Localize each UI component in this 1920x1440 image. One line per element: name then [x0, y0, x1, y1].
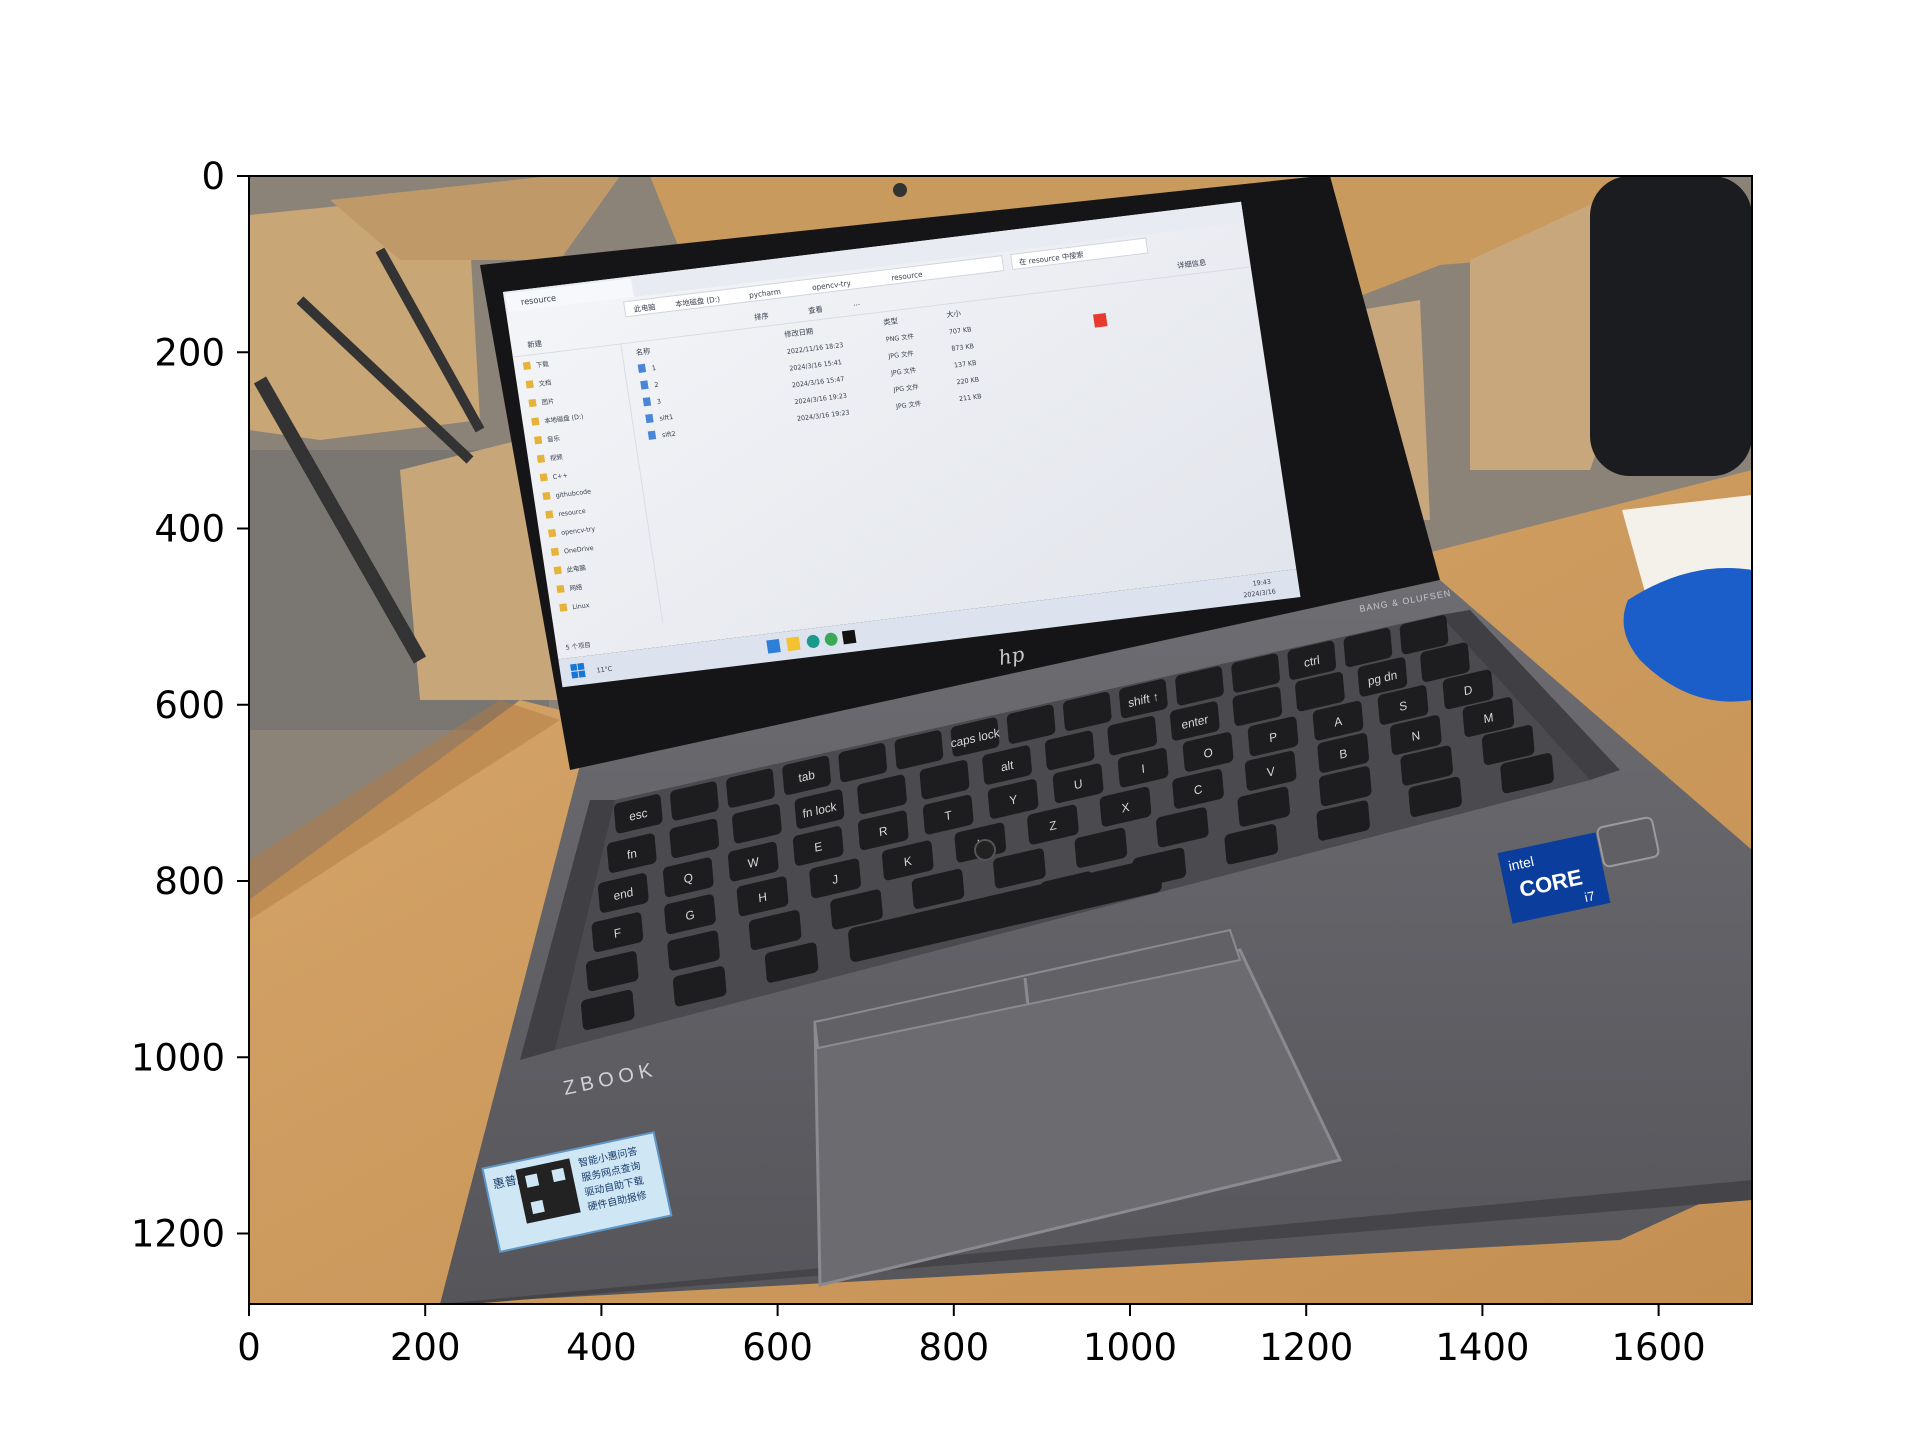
key-label: P: [1269, 729, 1278, 745]
key-label: Z: [1049, 818, 1057, 834]
key-label: U: [1073, 776, 1083, 792]
key-label: H: [758, 889, 768, 905]
image-file-icon: [640, 380, 649, 390]
x-tick-label: 800: [918, 1326, 989, 1369]
search-app-icon[interactable]: [766, 639, 781, 654]
x-tick-label: 1000: [1083, 1326, 1177, 1369]
folder-icon: [539, 473, 548, 482]
key-label: alt: [1000, 757, 1014, 774]
input-method-icon[interactable]: [1093, 313, 1108, 328]
key-label: K: [903, 854, 912, 870]
webcam: [893, 183, 907, 197]
dark-bottle: [1590, 176, 1752, 476]
file-explorer-icon[interactable]: [786, 636, 801, 652]
x-tick-label: 1200: [1259, 1326, 1353, 1369]
key-label: N: [1411, 728, 1421, 744]
folder-icon: [553, 566, 562, 575]
y-tick-label: 200: [154, 331, 225, 374]
key-label: W: [747, 854, 760, 871]
key-label: D: [1463, 682, 1473, 698]
key-label: Y: [1009, 792, 1018, 808]
folder-icon: [525, 380, 534, 389]
y-tick-label: 0: [201, 155, 225, 198]
x-axis: 0 200 400 600 800 1000 1200 1400 1600: [237, 1304, 1706, 1369]
folder-icon: [556, 584, 565, 594]
file-name: sift1: [659, 413, 674, 423]
folder-icon: [550, 547, 560, 556]
y-axis: 0 200 400 600 800 1000 1200: [131, 155, 249, 1256]
sidebar-item[interactable]: 下载: [535, 359, 549, 370]
key-label: B: [1339, 746, 1348, 762]
x-tick-label: 600: [742, 1326, 813, 1369]
x-tick-label: 0: [237, 1326, 261, 1369]
column-header-type[interactable]: 类型: [883, 316, 899, 327]
key-label: M: [1483, 710, 1494, 726]
image-file-icon: [645, 413, 654, 424]
folder-icon: [536, 454, 546, 463]
file-name: sift2: [661, 430, 676, 440]
y-tick-label: 400: [154, 508, 225, 551]
folder-icon: [528, 398, 537, 408]
y-tick-label: 600: [154, 684, 225, 727]
image-file-icon: [637, 363, 647, 373]
column-header-name[interactable]: 名称: [635, 346, 651, 357]
x-tick-label: 200: [390, 1326, 461, 1369]
folder-icon: [542, 491, 551, 501]
image-file-icon: [642, 397, 652, 407]
sort-button[interactable]: 排序: [754, 311, 770, 322]
sidebar-item[interactable]: 音乐: [546, 433, 560, 444]
pointing-stick[interactable]: [974, 839, 996, 861]
folder-icon: [559, 603, 568, 612]
key-label: F: [613, 925, 621, 941]
x-tick-label: 400: [566, 1326, 637, 1369]
key-label: V: [1266, 764, 1275, 780]
x-tick-label: 1600: [1612, 1326, 1706, 1369]
photo: esctabcaps lockshift ↑ctrlfnfn lockalten…: [249, 176, 1752, 1304]
y-tick-label: 1000: [131, 1036, 225, 1079]
sidebar-item[interactable]: 网络: [569, 582, 583, 593]
view-button[interactable]: 查看: [808, 305, 824, 316]
key-label: G: [685, 907, 695, 923]
laptop-brand-logo: hp: [997, 642, 1027, 670]
sidebar-item[interactable]: 图片: [541, 396, 555, 407]
key-label: Q: [683, 870, 693, 886]
key-label: C: [1193, 782, 1203, 798]
new-button[interactable]: 新建: [527, 339, 543, 350]
key-label: fn: [626, 846, 637, 862]
key-label: O: [1203, 745, 1213, 761]
key-label: R: [878, 823, 888, 839]
folder-icon: [522, 361, 532, 370]
sidebar-item[interactable]: 文档: [538, 377, 552, 388]
key-label: J: [832, 872, 839, 887]
sidebar-item[interactable]: 视频: [549, 452, 563, 463]
image-file-icon: [647, 430, 657, 440]
key-label: X: [1121, 800, 1130, 816]
qr-code: [515, 1158, 581, 1224]
column-header-size[interactable]: 大小: [946, 308, 962, 319]
x-tick-label: 1400: [1435, 1326, 1529, 1369]
figure: esctabcaps lockshift ↑ctrlfnfn lockalten…: [131, 155, 1753, 1369]
key-label: S: [1399, 698, 1408, 714]
folder-icon: [545, 510, 554, 519]
folder-icon: [533, 436, 543, 445]
more-button[interactable]: ···: [853, 300, 861, 310]
y-tick-label: 1200: [131, 1213, 225, 1256]
folder-icon: [547, 529, 557, 538]
y-tick-label: 800: [154, 860, 225, 903]
pycharm-icon[interactable]: [841, 629, 857, 645]
key-label: E: [814, 839, 823, 855]
folder-icon: [531, 417, 540, 426]
